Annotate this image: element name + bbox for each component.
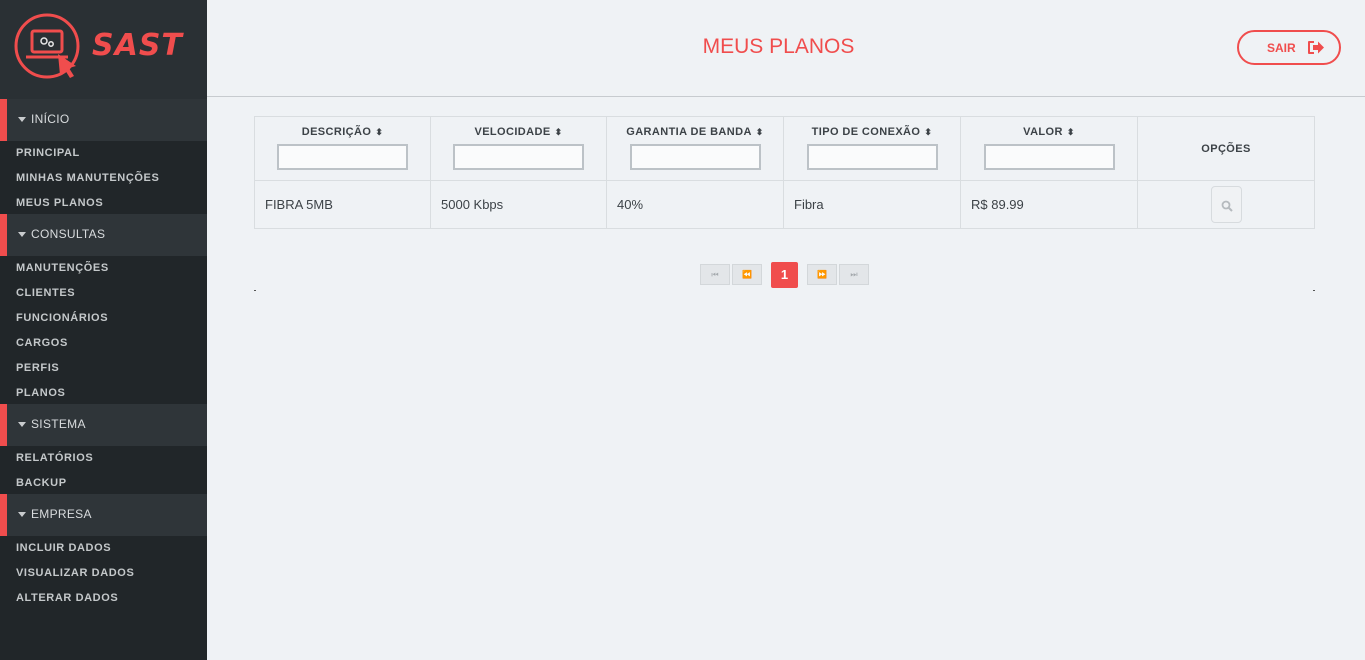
logout-label: SAIR bbox=[1267, 41, 1296, 55]
sidebar-item-incluir-dados[interactable]: INCLUIR DADOS bbox=[16, 542, 111, 554]
laptop-logo-icon bbox=[14, 13, 80, 79]
sidebar-item-perfis[interactable]: PERFIS bbox=[16, 362, 59, 374]
pagination-next-button[interactable]: ⏩ bbox=[807, 264, 837, 285]
sidebar-section-inicio[interactable]: INÍCIO bbox=[0, 99, 207, 141]
cell-descricao: FIBRA 5MB bbox=[254, 180, 431, 229]
cell-velocidade: 5000 Kbps bbox=[430, 180, 607, 229]
sidebar-item-minhas-manutencoes[interactable]: MINHAS MANUTENÇÕES bbox=[16, 172, 159, 184]
plans-table: DESCRIÇÃO ⬍ VELOCIDADE ⬍ GARANTIA DE BANDA… bbox=[254, 116, 1315, 229]
sidebar-item-clientes[interactable]: CLIENTES bbox=[16, 287, 75, 299]
sidebar-item-principal[interactable]: PRINCIPAL bbox=[16, 147, 80, 159]
column-label: OPÇÕES bbox=[1201, 142, 1251, 155]
sidebar-item-backup[interactable]: BACKUP bbox=[16, 477, 67, 489]
sort-icon[interactable]: ⬍ bbox=[756, 127, 764, 138]
search-icon bbox=[1221, 200, 1233, 212]
filter-input-tipo-conexao[interactable] bbox=[806, 144, 938, 170]
sign-out-icon bbox=[1308, 41, 1324, 54]
sidebar-item-relatorios[interactable]: RELATÓRIOS bbox=[16, 452, 93, 464]
sidebar-section-label: EMPRESA bbox=[31, 507, 92, 521]
pagination-prev-button[interactable]: ⏪ bbox=[732, 264, 762, 285]
sidebar-item-planos[interactable]: PLANOS bbox=[16, 387, 65, 399]
filter-input-descricao[interactable] bbox=[277, 144, 408, 170]
caret-down-icon bbox=[18, 512, 26, 517]
column-header-valor[interactable]: VALOR ⬍ bbox=[960, 116, 1138, 181]
column-header-velocidade[interactable]: VELOCIDADE ⬍ bbox=[430, 116, 607, 181]
column-label: VALOR bbox=[1023, 126, 1063, 138]
divider-dot bbox=[254, 290, 256, 291]
cell-valor: R$ 89.99 bbox=[960, 180, 1138, 229]
filter-input-valor[interactable] bbox=[983, 144, 1115, 170]
column-header-garantia[interactable]: GARANTIA DE BANDA ⬍ bbox=[606, 116, 784, 181]
logout-button[interactable]: SAIR bbox=[1237, 30, 1341, 65]
pagination-current-page[interactable]: 1 bbox=[771, 262, 798, 288]
sort-icon[interactable]: ⬍ bbox=[375, 127, 383, 138]
view-details-button[interactable] bbox=[1210, 186, 1242, 223]
cell-tipo-conexao: Fibra bbox=[783, 180, 961, 229]
column-label: TIPO DE CONEXÃO bbox=[811, 126, 921, 138]
column-label: VELOCIDADE bbox=[474, 126, 551, 138]
sidebar-item-meus-planos[interactable]: MEUS PLANOS bbox=[16, 197, 103, 209]
sidebar-item-manutencoes[interactable]: MANUTENÇÕES bbox=[16, 262, 109, 274]
logo[interactable]: SAST bbox=[0, 0, 207, 100]
column-header-descricao[interactable]: DESCRIÇÃO ⬍ bbox=[254, 116, 431, 181]
sort-icon[interactable]: ⬍ bbox=[555, 127, 563, 138]
caret-down-icon bbox=[18, 117, 26, 122]
sidebar-section-label: CONSULTAS bbox=[31, 227, 106, 241]
sidebar-section-label: INÍCIO bbox=[31, 112, 70, 126]
logo-text: SAST bbox=[92, 28, 183, 63]
page-title: MEUS PLANOS bbox=[702, 35, 855, 58]
column-label: DESCRIÇÃO bbox=[301, 126, 372, 138]
sidebar-section-label: SISTEMA bbox=[31, 417, 86, 431]
sidebar-section-sistema[interactable]: SISTEMA bbox=[0, 404, 207, 446]
pagination-last-button[interactable]: ⏭ bbox=[839, 264, 869, 285]
sidebar-item-visualizar-dados[interactable]: VISUALIZAR DADOS bbox=[16, 567, 134, 579]
sidebar-section-consultas[interactable]: CONSULTAS bbox=[0, 214, 207, 256]
filter-input-velocidade[interactable] bbox=[453, 144, 584, 170]
cell-opcoes bbox=[1137, 180, 1315, 229]
column-header-opcoes: OPÇÕES bbox=[1137, 116, 1315, 181]
sidebar: SAST INÍCIO PRINCIPAL MINHAS MANUTENÇÕES… bbox=[0, 0, 207, 660]
sidebar-item-funcionarios[interactable]: FUNCIONÁRIOS bbox=[16, 312, 108, 324]
sidebar-section-empresa[interactable]: EMPRESA bbox=[0, 494, 207, 536]
table-header-row: DESCRIÇÃO ⬍ VELOCIDADE ⬍ GARANTIA DE BANDA… bbox=[254, 116, 1315, 181]
sidebar-item-cargos[interactable]: CARGOS bbox=[16, 337, 68, 349]
divider-dot bbox=[1313, 290, 1315, 291]
column-label: GARANTIA DE BANDA bbox=[626, 126, 752, 138]
column-header-tipo-conexao[interactable]: TIPO DE CONEXÃO ⬍ bbox=[783, 116, 961, 181]
sort-icon[interactable]: ⬍ bbox=[1067, 127, 1075, 138]
sidebar-item-alterar-dados[interactable]: ALTERAR DADOS bbox=[16, 592, 118, 604]
caret-down-icon bbox=[18, 232, 26, 237]
cell-garantia: 40% bbox=[606, 180, 784, 229]
table-row[interactable]: FIBRA 5MB 5000 Kbps 40% Fibra R$ 89.99 bbox=[254, 180, 1315, 229]
caret-down-icon bbox=[18, 422, 26, 427]
pagination-first-button[interactable]: ⏮ bbox=[700, 264, 730, 285]
topbar: MEUS PLANOS SAIR bbox=[207, 0, 1365, 97]
sort-icon[interactable]: ⬍ bbox=[924, 127, 932, 138]
filter-input-garantia[interactable] bbox=[629, 144, 761, 170]
